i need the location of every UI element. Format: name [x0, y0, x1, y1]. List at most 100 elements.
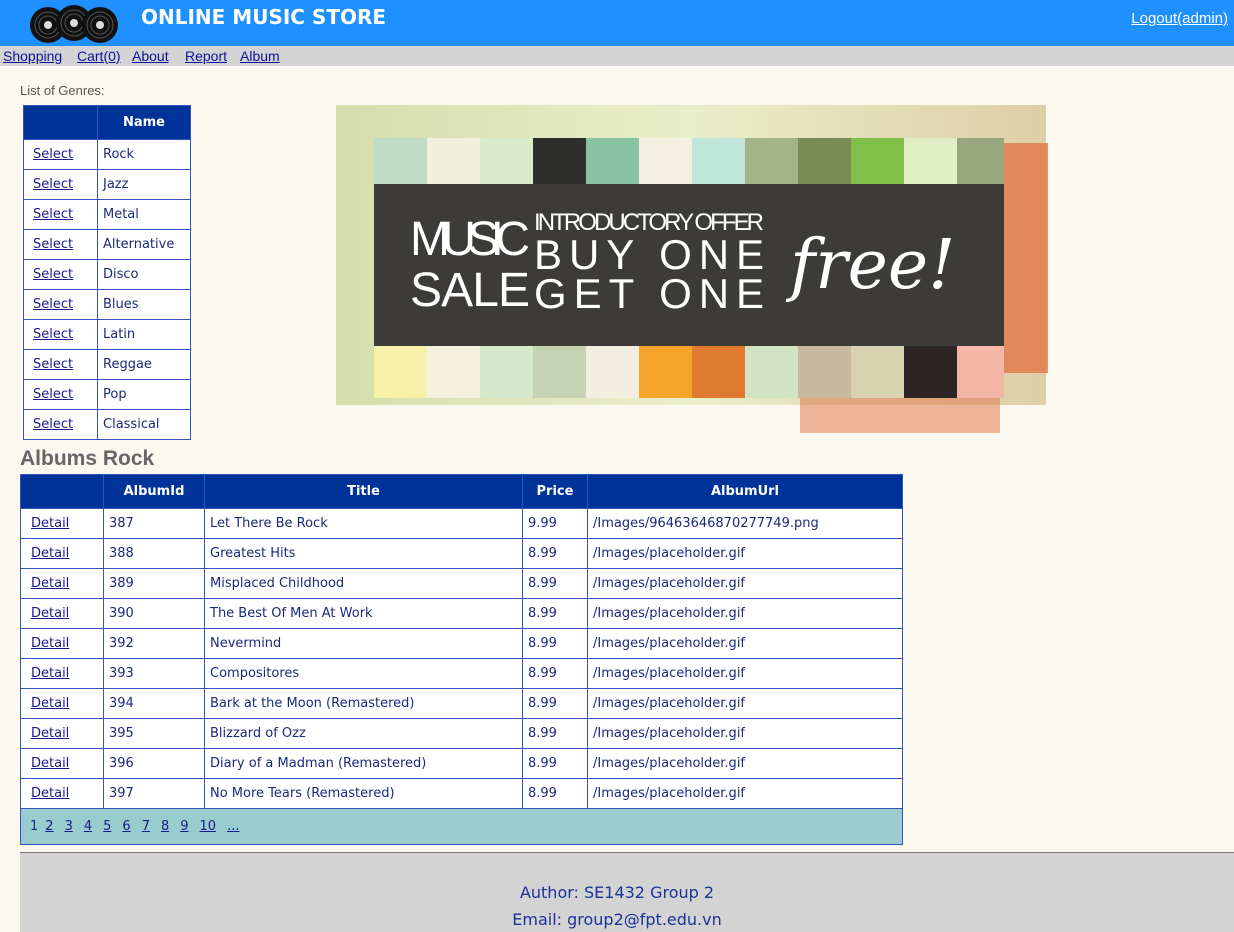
- album-row: Detail 389 Misplaced Childhood 8.99 /Ima…: [20, 568, 903, 599]
- album-row: Detail 396 Diary of a Madman (Remastered…: [20, 748, 903, 779]
- pager-row: 1 2 3 4 5 6 7 8 9 10...: [20, 808, 903, 845]
- album-detail-link[interactable]: Detail: [31, 726, 69, 741]
- main-nav: Shopping Cart(0) About Report Album: [0, 46, 1234, 66]
- genre-select-link[interactable]: Select: [33, 417, 73, 432]
- footer-email: Email: group2@fpt.edu.vn: [512, 910, 722, 929]
- pager-link[interactable]: 4: [84, 819, 92, 834]
- pager-link[interactable]: 6: [122, 819, 130, 834]
- nav-album[interactable]: Album: [240, 48, 280, 64]
- album-url: /Images/placeholder.gif: [587, 658, 903, 689]
- albums-header-row: AlbumId Title Price AlbumUrl: [20, 474, 903, 509]
- album-detail-link[interactable]: Detail: [31, 756, 69, 771]
- album-id: 390: [103, 598, 205, 629]
- album-price: 8.99: [522, 538, 588, 569]
- genres-caption: List of Genres:: [20, 83, 105, 98]
- vinyl-records-logo: [30, 5, 118, 43]
- albums-header-title: Title: [204, 474, 523, 509]
- album-title: Nevermind: [204, 628, 523, 659]
- pager-link[interactable]: 10: [200, 819, 217, 834]
- album-detail-link[interactable]: Detail: [31, 666, 69, 681]
- album-price: 8.99: [522, 598, 588, 629]
- nav-about[interactable]: About: [132, 48, 169, 64]
- genre-select-link[interactable]: Select: [33, 357, 73, 372]
- album-url: /Images/96463646870277749.png: [587, 508, 903, 539]
- genres-table: Name Select Rock Select Jazz Select Metal S…: [23, 105, 191, 440]
- genre-row: Select Reggae: [23, 349, 191, 380]
- genres-header-name: Name: [97, 105, 191, 140]
- album-url: /Images/placeholder.gif: [587, 568, 903, 599]
- logout-link[interactable]: Logout(admin): [1131, 10, 1228, 27]
- album-detail-link[interactable]: Detail: [31, 516, 69, 531]
- album-price: 8.99: [522, 718, 588, 749]
- genre-row: Select Disco: [23, 259, 191, 290]
- album-detail-link[interactable]: Detail: [31, 576, 69, 591]
- genre-select-link[interactable]: Select: [33, 267, 73, 282]
- genre-name: Alternative: [97, 229, 191, 260]
- footer: Author: SE1432 Group 2 Email: group2@fpt…: [20, 852, 1234, 932]
- site-title: ONLINE MUSIC STORE: [141, 5, 387, 29]
- album-title: No More Tears (Remastered): [204, 778, 523, 809]
- pager-link[interactable]: 7: [142, 819, 150, 834]
- albums-header-albumurl: AlbumUrl: [587, 474, 903, 509]
- album-title: Misplaced Childhood: [204, 568, 523, 599]
- album-detail-link[interactable]: Detail: [31, 636, 69, 651]
- genre-select-link[interactable]: Select: [33, 237, 73, 252]
- album-detail-link[interactable]: Detail: [31, 786, 69, 801]
- album-id: 395: [103, 718, 205, 749]
- genre-row: Select Latin: [23, 319, 191, 350]
- album-detail-link[interactable]: Detail: [31, 696, 69, 711]
- genre-select-link[interactable]: Select: [33, 327, 73, 342]
- album-row: Detail 387 Let There Be Rock 9.99 /Image…: [20, 508, 903, 539]
- genre-row: Select Rock: [23, 139, 191, 170]
- nav-shopping[interactable]: Shopping: [3, 48, 62, 64]
- nav-report[interactable]: Report: [185, 48, 227, 64]
- genre-select-link[interactable]: Select: [33, 297, 73, 312]
- banner-free-text: free!: [785, 226, 955, 305]
- albums-header-action: [20, 474, 104, 509]
- promo-banner-image: MUSIC SALE INTRODUCTORY OFFER BUY ONE GE…: [336, 105, 1048, 433]
- genre-select-link[interactable]: Select: [33, 387, 73, 402]
- album-detail-link[interactable]: Detail: [31, 606, 69, 621]
- album-row: Detail 388 Greatest Hits 8.99 /Images/pl…: [20, 538, 903, 569]
- pager-link[interactable]: 8: [161, 819, 169, 834]
- genres-header-empty: [23, 105, 98, 140]
- pager-link[interactable]: 3: [65, 819, 73, 834]
- album-title: Compositores: [204, 658, 523, 689]
- album-url: /Images/placeholder.gif: [587, 718, 903, 749]
- banner-sale-text: SALE: [410, 264, 530, 317]
- album-detail-link[interactable]: Detail: [31, 546, 69, 561]
- genre-name: Reggae: [97, 349, 191, 380]
- album-row: Detail 394 Bark at the Moon (Remastered)…: [20, 688, 903, 719]
- genre-name: Disco: [97, 259, 191, 290]
- genre-row: Select Jazz: [23, 169, 191, 200]
- album-title: Diary of a Madman (Remastered): [204, 748, 523, 779]
- album-price: 8.99: [522, 748, 588, 779]
- album-row: Detail 395 Blizzard of Ozz 8.99 /Images/…: [20, 718, 903, 749]
- album-price: 8.99: [522, 778, 588, 809]
- album-row: Detail 393 Compositores 8.99 /Images/pla…: [20, 658, 903, 689]
- albums-header-albumid: AlbumId: [103, 474, 205, 509]
- album-id: 388: [103, 538, 205, 569]
- genre-select-link[interactable]: Select: [33, 207, 73, 222]
- album-id: 392: [103, 628, 205, 659]
- genre-name: Metal: [97, 199, 191, 230]
- album-price: 9.99: [522, 508, 588, 539]
- album-url: /Images/placeholder.gif: [587, 748, 903, 779]
- genre-select-link[interactable]: Select: [33, 147, 73, 162]
- album-title: Greatest Hits: [204, 538, 523, 569]
- nav-cart[interactable]: Cart(0): [77, 48, 121, 64]
- pager-link[interactable]: 2: [45, 819, 53, 834]
- pager-link[interactable]: 5: [103, 819, 111, 834]
- genre-select-link[interactable]: Select: [33, 177, 73, 192]
- genre-name: Blues: [97, 289, 191, 320]
- album-id: 387: [103, 508, 205, 539]
- genre-row: Select Metal: [23, 199, 191, 230]
- album-price: 8.99: [522, 658, 588, 689]
- album-title: Bark at the Moon (Remastered): [204, 688, 523, 719]
- genre-row: Select Alternative: [23, 229, 191, 260]
- header-bar: ONLINE MUSIC STORE Logout(admin): [0, 0, 1234, 46]
- album-price: 8.99: [522, 568, 588, 599]
- album-url: /Images/placeholder.gif: [587, 628, 903, 659]
- pager-more-link[interactable]: ...: [227, 819, 239, 834]
- pager-link[interactable]: 9: [180, 819, 188, 834]
